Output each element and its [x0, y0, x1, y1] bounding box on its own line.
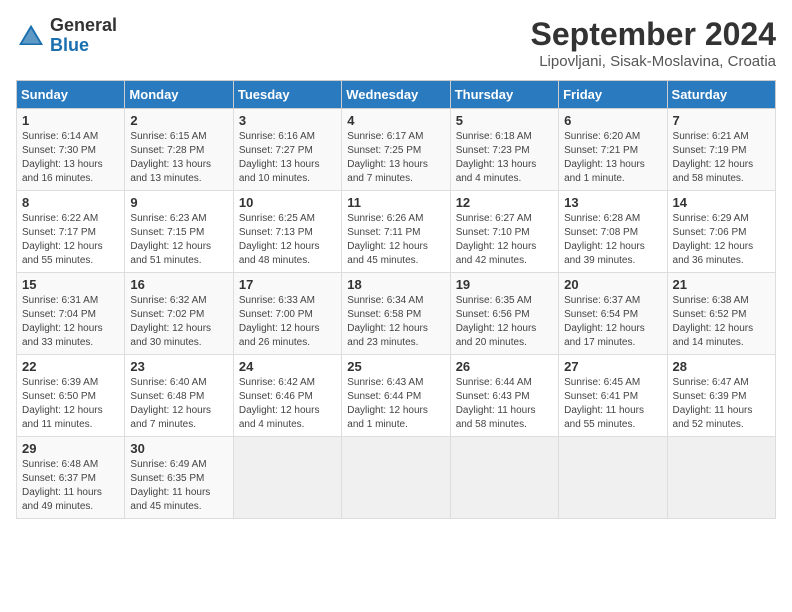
empty-cell-5: [667, 437, 775, 519]
logo-icon: [16, 21, 46, 51]
day-cell-14: 14 Sunrise: 6:29 AMSunset: 7:06 PMDaylig…: [667, 191, 775, 273]
day-cell-17: 17 Sunrise: 6:33 AMSunset: 7:00 PMDaylig…: [233, 273, 341, 355]
day-cell-8: 8 Sunrise: 6:22 AMSunset: 7:17 PMDayligh…: [17, 191, 125, 273]
day-cell-28: 28 Sunrise: 6:47 AMSunset: 6:39 PMDaylig…: [667, 355, 775, 437]
day-cell-30: 30 Sunrise: 6:49 AMSunset: 6:35 PMDaylig…: [125, 437, 233, 519]
day-cell-3: 3 Sunrise: 6:16 AMSunset: 7:27 PMDayligh…: [233, 109, 341, 191]
page-header: General Blue September 2024 Lipovljani, …: [16, 16, 776, 70]
empty-cell-1: [233, 437, 341, 519]
empty-cell-3: [450, 437, 558, 519]
header-wednesday: Wednesday: [342, 81, 450, 109]
empty-cell-2: [342, 437, 450, 519]
day-cell-18: 18 Sunrise: 6:34 AMSunset: 6:58 PMDaylig…: [342, 273, 450, 355]
day-cell-25: 25 Sunrise: 6:43 AMSunset: 6:44 PMDaylig…: [342, 355, 450, 437]
day-cell-6: 6 Sunrise: 6:20 AMSunset: 7:21 PMDayligh…: [559, 109, 667, 191]
week-row-3: 15 Sunrise: 6:31 AMSunset: 7:04 PMDaylig…: [17, 273, 776, 355]
day-cell-13: 13 Sunrise: 6:28 AMSunset: 7:08 PMDaylig…: [559, 191, 667, 273]
day-cell-21: 21 Sunrise: 6:38 AMSunset: 6:52 PMDaylig…: [667, 273, 775, 355]
header-tuesday: Tuesday: [233, 81, 341, 109]
logo: General Blue: [16, 16, 117, 56]
header-saturday: Saturday: [667, 81, 775, 109]
day-cell-2: 2 Sunrise: 6:15 AMSunset: 7:28 PMDayligh…: [125, 109, 233, 191]
day-cell-1: 1 Sunrise: 6:14 AMSunset: 7:30 PMDayligh…: [17, 109, 125, 191]
day-cell-29: 29 Sunrise: 6:48 AMSunset: 6:37 PMDaylig…: [17, 437, 125, 519]
day-cell-5: 5 Sunrise: 6:18 AMSunset: 7:23 PMDayligh…: [450, 109, 558, 191]
day-cell-23: 23 Sunrise: 6:40 AMSunset: 6:48 PMDaylig…: [125, 355, 233, 437]
day-cell-10: 10 Sunrise: 6:25 AMSunset: 7:13 PMDaylig…: [233, 191, 341, 273]
day-cell-9: 9 Sunrise: 6:23 AMSunset: 7:15 PMDayligh…: [125, 191, 233, 273]
header-sunday: Sunday: [17, 81, 125, 109]
header-friday: Friday: [559, 81, 667, 109]
day-cell-27: 27 Sunrise: 6:45 AMSunset: 6:41 PMDaylig…: [559, 355, 667, 437]
day-cell-12: 12 Sunrise: 6:27 AMSunset: 7:10 PMDaylig…: [450, 191, 558, 273]
title-area: September 2024 Lipovljani, Sisak-Moslavi…: [531, 16, 776, 70]
day-cell-15: 15 Sunrise: 6:31 AMSunset: 7:04 PMDaylig…: [17, 273, 125, 355]
day-cell-7: 7 Sunrise: 6:21 AMSunset: 7:19 PMDayligh…: [667, 109, 775, 191]
day-cell-16: 16 Sunrise: 6:32 AMSunset: 7:02 PMDaylig…: [125, 273, 233, 355]
day-cell-26: 26 Sunrise: 6:44 AMSunset: 6:43 PMDaylig…: [450, 355, 558, 437]
day-cell-22: 22 Sunrise: 6:39 AMSunset: 6:50 PMDaylig…: [17, 355, 125, 437]
day-cell-20: 20 Sunrise: 6:37 AMSunset: 6:54 PMDaylig…: [559, 273, 667, 355]
week-row-4: 22 Sunrise: 6:39 AMSunset: 6:50 PMDaylig…: [17, 355, 776, 437]
day-cell-4: 4 Sunrise: 6:17 AMSunset: 7:25 PMDayligh…: [342, 109, 450, 191]
week-row-1: 1 Sunrise: 6:14 AMSunset: 7:30 PMDayligh…: [17, 109, 776, 191]
empty-cell-4: [559, 437, 667, 519]
week-row-5: 29 Sunrise: 6:48 AMSunset: 6:37 PMDaylig…: [17, 437, 776, 519]
calendar-table: Sunday Monday Tuesday Wednesday Thursday…: [16, 80, 776, 519]
logo-blue-text: Blue: [50, 36, 117, 56]
calendar-title: September 2024: [531, 16, 776, 53]
header-monday: Monday: [125, 81, 233, 109]
day-headers-row: Sunday Monday Tuesday Wednesday Thursday…: [17, 81, 776, 109]
day-cell-11: 11 Sunrise: 6:26 AMSunset: 7:11 PMDaylig…: [342, 191, 450, 273]
day-cell-24: 24 Sunrise: 6:42 AMSunset: 6:46 PMDaylig…: [233, 355, 341, 437]
week-row-2: 8 Sunrise: 6:22 AMSunset: 7:17 PMDayligh…: [17, 191, 776, 273]
logo-general-text: General: [50, 16, 117, 36]
day-cell-19: 19 Sunrise: 6:35 AMSunset: 6:56 PMDaylig…: [450, 273, 558, 355]
calendar-subtitle: Lipovljani, Sisak-Moslavina, Croatia: [531, 53, 776, 70]
header-thursday: Thursday: [450, 81, 558, 109]
